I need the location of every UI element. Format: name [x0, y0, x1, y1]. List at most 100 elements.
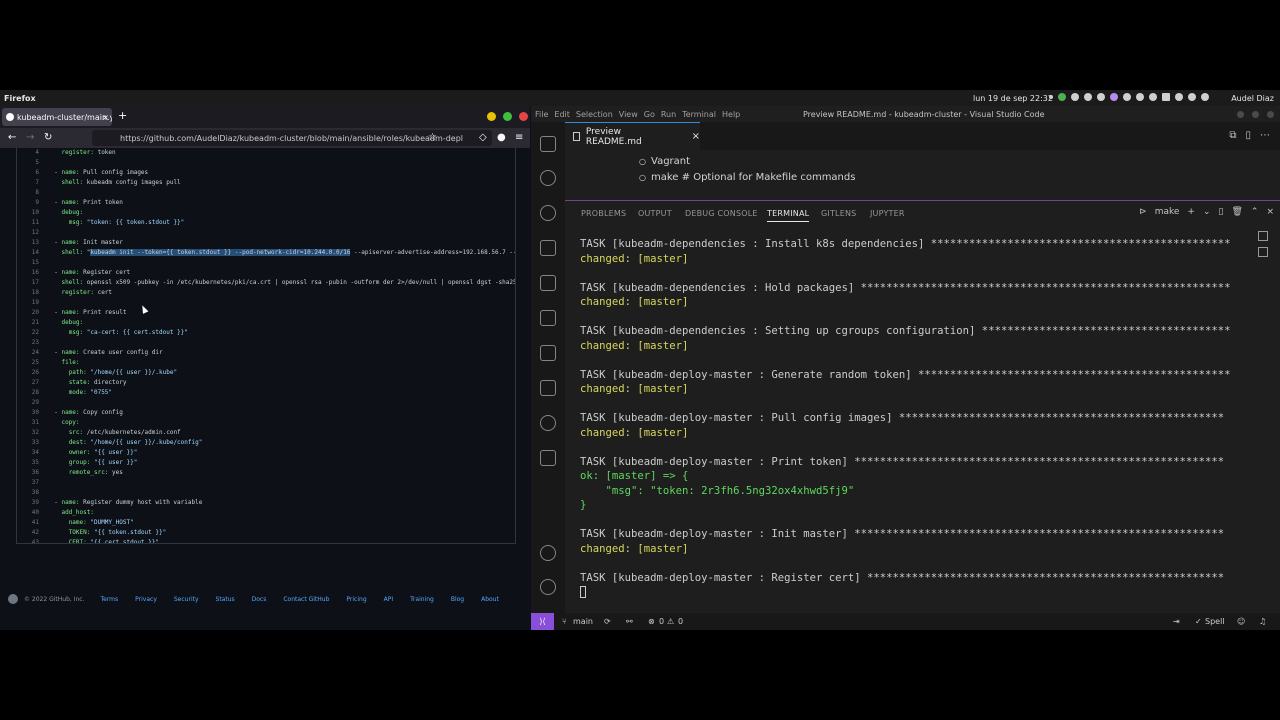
- tab-gitlens[interactable]: GITLENS: [821, 209, 856, 218]
- line-number[interactable]: 7: [17, 178, 39, 188]
- tab-jupyter[interactable]: JUPYTER: [870, 209, 905, 218]
- run-debug-icon[interactable]: [540, 240, 556, 256]
- remote-explorer-icon[interactable]: [540, 310, 556, 326]
- footer-link-api[interactable]: API: [384, 596, 394, 603]
- bookmark-star-icon[interactable]: ☆: [428, 132, 437, 143]
- tab-terminal[interactable]: TERMINAL: [767, 209, 810, 222]
- close-button[interactable]: [519, 112, 528, 121]
- menu-edit[interactable]: Edit: [554, 110, 570, 119]
- vscode-close-button[interactable]: [1267, 111, 1274, 118]
- arrow-up-icon[interactable]: [1097, 93, 1105, 101]
- user-menu[interactable]: Audel Diaz: [1231, 94, 1274, 103]
- moon-icon[interactable]: [1149, 93, 1157, 101]
- pocket-icon[interactable]: ◇: [479, 132, 487, 143]
- new-tab-button[interactable]: +: [118, 109, 127, 122]
- line-number[interactable]: 28: [17, 388, 39, 398]
- layout-icon[interactable]: ⇥: [1173, 617, 1180, 626]
- maximize-button[interactable]: [503, 112, 512, 121]
- footer-link-terms[interactable]: Terms: [100, 596, 118, 603]
- footer-link-privacy[interactable]: Privacy: [135, 596, 157, 603]
- explorer-icon[interactable]: [540, 136, 556, 152]
- line-number[interactable]: 10: [17, 208, 39, 218]
- line-number[interactable]: 15: [17, 258, 39, 268]
- line-number[interactable]: 20: [17, 308, 39, 318]
- terminal-name[interactable]: make: [1155, 207, 1180, 217]
- line-number[interactable]: 32: [17, 428, 39, 438]
- terminal-instance-icon[interactable]: [1258, 231, 1268, 241]
- tab-output[interactable]: OUTPUT: [638, 209, 672, 218]
- source-control-icon[interactable]: [540, 205, 556, 221]
- footer-link-contact-github[interactable]: Contact GitHub: [283, 596, 329, 603]
- close-panel-icon[interactable]: ×: [1266, 207, 1274, 217]
- menu-file[interactable]: File: [535, 110, 548, 119]
- testing-icon[interactable]: [540, 345, 556, 361]
- tab-problems[interactable]: PROBLEMS: [581, 209, 626, 218]
- line-number[interactable]: 23: [17, 338, 39, 348]
- maximize-panel-icon[interactable]: ⌃: [1251, 207, 1259, 217]
- vscode-minimize-button[interactable]: [1237, 111, 1244, 118]
- line-number[interactable]: 19: [17, 298, 39, 308]
- settings-icon[interactable]: [1123, 93, 1131, 101]
- warning-count[interactable]: 0: [678, 617, 683, 626]
- line-number[interactable]: 13: [17, 238, 39, 248]
- line-number[interactable]: 26: [17, 368, 39, 378]
- line-number[interactable]: 43: [17, 538, 39, 543]
- line-number[interactable]: 39: [17, 498, 39, 508]
- menu-selection[interactable]: Selection: [576, 110, 613, 119]
- footer-link-status[interactable]: Status: [216, 596, 235, 603]
- record-indicator-icon[interactable]: [1049, 95, 1053, 99]
- network-speed-icon[interactable]: [1071, 93, 1079, 101]
- screen-icon[interactable]: [1162, 93, 1170, 101]
- account-icon[interactable]: [540, 545, 556, 561]
- line-number[interactable]: 34: [17, 448, 39, 458]
- sync-icon[interactable]: ⟳: [604, 617, 611, 626]
- feedback-icon[interactable]: ☺: [1237, 617, 1245, 626]
- reload-icon[interactable]: ↻: [44, 132, 52, 143]
- footer-link-pricing[interactable]: Pricing: [346, 596, 366, 603]
- firefox-tab-active[interactable]: kubeadm-cluster/main.y ×: [2, 108, 112, 126]
- line-number[interactable]: 33: [17, 438, 39, 448]
- chat-icon[interactable]: [1136, 93, 1144, 101]
- extension-icon[interactable]: ●: [497, 132, 506, 143]
- pen-icon[interactable]: [1084, 93, 1092, 101]
- line-number[interactable]: 38: [17, 488, 39, 498]
- footer-link-security[interactable]: Security: [174, 596, 199, 603]
- line-number[interactable]: 41: [17, 518, 39, 528]
- split-terminal-icon[interactable]: ▯: [1219, 207, 1224, 217]
- split-editor-icon[interactable]: ▯: [1245, 130, 1251, 141]
- footer-link-docs[interactable]: Docs: [252, 596, 267, 603]
- docker-icon[interactable]: [540, 380, 556, 396]
- notifications-bell-icon[interactable]: ♫: [1259, 617, 1266, 626]
- back-arrow-icon[interactable]: ←: [8, 132, 16, 143]
- line-number[interactable]: 27: [17, 378, 39, 388]
- status-check-icon[interactable]: [1058, 93, 1066, 101]
- footer-link-about[interactable]: About: [481, 596, 499, 603]
- active-app-name[interactable]: Firefox: [4, 94, 36, 103]
- footer-link-blog[interactable]: Blog: [451, 596, 464, 603]
- line-number[interactable]: 37: [17, 478, 39, 488]
- line-number[interactable]: 8: [17, 188, 39, 198]
- jupyter-icon[interactable]: [540, 450, 556, 466]
- line-number[interactable]: 16: [17, 268, 39, 278]
- menu-view[interactable]: View: [619, 110, 638, 119]
- system-clock[interactable]: lun 19 de sep 22:32: [973, 94, 1053, 103]
- forward-arrow-icon[interactable]: →: [26, 132, 34, 143]
- line-number[interactable]: 25: [17, 358, 39, 368]
- line-number[interactable]: 29: [17, 398, 39, 408]
- error-count[interactable]: 0: [659, 617, 664, 626]
- terminal-output[interactable]: TASK [kubeadm-dependencies : Install k8s…: [580, 237, 1240, 609]
- tab-close-icon[interactable]: ×: [102, 113, 109, 122]
- trash-icon[interactable]: 🗑: [1231, 207, 1242, 217]
- search-icon[interactable]: [540, 170, 556, 186]
- gitlens-status-icon[interactable]: ⚯: [626, 617, 633, 626]
- vscode-maximize-button[interactable]: [1252, 111, 1259, 118]
- line-number[interactable]: 31: [17, 418, 39, 428]
- tab-debug-console[interactable]: DEBUG CONSOLE: [685, 209, 758, 218]
- terminal-instance-icon[interactable]: [1258, 247, 1268, 257]
- extension-icon[interactable]: [1110, 93, 1118, 101]
- line-number[interactable]: 5: [17, 158, 39, 168]
- extensions-icon[interactable]: [540, 275, 556, 291]
- spell-check[interactable]: Spell: [1205, 617, 1225, 626]
- menu-help[interactable]: Help: [722, 110, 740, 119]
- chevron-down-icon[interactable]: ⌄: [1203, 207, 1211, 217]
